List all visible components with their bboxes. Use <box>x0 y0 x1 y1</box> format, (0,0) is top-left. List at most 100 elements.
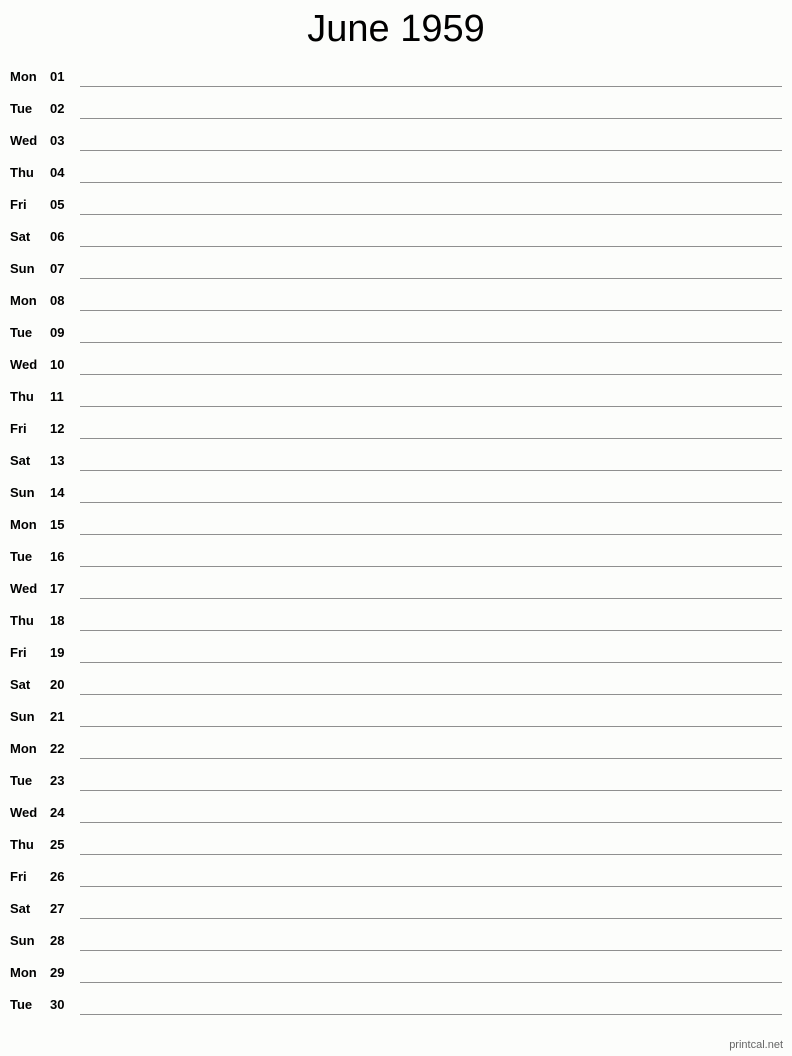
date-number: 04 <box>50 165 65 180</box>
weekday-label: Mon <box>10 965 37 980</box>
writing-line <box>80 86 782 87</box>
day-row: Sat 06 <box>0 222 792 254</box>
weekday-label: Sat <box>10 453 31 468</box>
footer-credit: printcal.net <box>729 1039 783 1051</box>
date-number: 20 <box>50 677 65 692</box>
date-number: 21 <box>50 709 65 724</box>
weekday-label: Fri <box>10 645 27 660</box>
date-number: 19 <box>50 645 65 660</box>
weekday-label: Thu <box>10 389 34 404</box>
day-row: Wed 17 <box>0 574 792 606</box>
writing-line <box>80 342 782 343</box>
day-row: Sun 28 <box>0 926 792 958</box>
day-row: Mon 29 <box>0 958 792 990</box>
day-row: Tue 02 <box>0 94 792 126</box>
day-row: Mon 08 <box>0 286 792 318</box>
weekday-label: Sun <box>10 261 35 276</box>
day-row: Wed 10 <box>0 350 792 382</box>
day-row: Thu 11 <box>0 382 792 414</box>
writing-line <box>80 950 782 951</box>
weekday-label: Mon <box>10 517 37 532</box>
day-row: Tue 30 <box>0 990 792 1022</box>
date-number: 22 <box>50 741 65 756</box>
day-row: Sun 14 <box>0 478 792 510</box>
weekday-label: Tue <box>10 997 33 1012</box>
weekday-label: Fri <box>10 869 27 884</box>
date-number: 03 <box>50 133 65 148</box>
writing-line <box>80 694 782 695</box>
day-row: Sun 21 <box>0 702 792 734</box>
weekday-label: Mon <box>10 741 37 756</box>
date-number: 05 <box>50 197 65 212</box>
writing-line <box>80 118 782 119</box>
writing-line <box>80 374 782 375</box>
page-title: June 1959 <box>307 8 485 50</box>
day-row: Sun 07 <box>0 254 792 286</box>
date-number: 01 <box>50 69 65 84</box>
date-number: 26 <box>50 869 65 884</box>
weekday-label: Sun <box>10 485 35 500</box>
weekday-label: Mon <box>10 69 37 84</box>
weekday-label: Wed <box>10 133 38 148</box>
weekday-label: Tue <box>10 773 33 788</box>
date-number: 29 <box>50 965 65 980</box>
day-row: Thu 25 <box>0 830 792 862</box>
date-number: 14 <box>50 485 65 500</box>
date-number: 16 <box>50 549 65 564</box>
date-number: 27 <box>50 901 65 916</box>
writing-line <box>80 278 782 279</box>
date-number: 06 <box>50 229 65 244</box>
writing-line <box>80 310 782 311</box>
date-number: 12 <box>50 421 65 436</box>
writing-line <box>80 886 782 887</box>
writing-line <box>80 598 782 599</box>
writing-line <box>80 918 782 919</box>
weekday-label: Mon <box>10 293 37 308</box>
day-row: Tue 23 <box>0 766 792 798</box>
weekday-label: Wed <box>10 581 38 596</box>
day-row: Sat 20 <box>0 670 792 702</box>
weekday-label: Wed <box>10 805 38 820</box>
date-number: 18 <box>50 613 65 628</box>
writing-line <box>80 502 782 503</box>
date-number: 13 <box>50 453 65 468</box>
weekday-label: Fri <box>10 197 27 212</box>
day-row: Sat 13 <box>0 446 792 478</box>
weekday-label: Thu <box>10 837 34 852</box>
writing-line <box>80 982 782 983</box>
writing-line <box>80 534 782 535</box>
date-number: 08 <box>50 293 65 308</box>
weekday-label: Sun <box>10 933 35 948</box>
weekday-label: Sat <box>10 901 31 916</box>
weekday-label: Tue <box>10 325 33 340</box>
writing-line <box>80 854 782 855</box>
writing-line <box>80 630 782 631</box>
writing-line <box>80 182 782 183</box>
date-number: 10 <box>50 357 65 372</box>
weekday-label: Sat <box>10 229 31 244</box>
writing-line <box>80 470 782 471</box>
day-row: Fri 05 <box>0 190 792 222</box>
day-row: Tue 16 <box>0 542 792 574</box>
writing-line <box>80 406 782 407</box>
weekday-label: Wed <box>10 357 38 372</box>
weekday-label: Sun <box>10 709 35 724</box>
weekday-label: Tue <box>10 549 33 564</box>
weekday-label: Fri <box>10 421 27 436</box>
writing-line <box>80 214 782 215</box>
writing-line <box>80 150 782 151</box>
day-row: Tue 09 <box>0 318 792 350</box>
date-number: 24 <box>50 805 65 820</box>
weekday-label: Tue <box>10 101 33 116</box>
day-row: Sat 27 <box>0 894 792 926</box>
day-row: Wed 03 <box>0 126 792 158</box>
writing-line <box>80 662 782 663</box>
day-row: Mon 22 <box>0 734 792 766</box>
day-list: Mon 01 Tue 02 Wed 03 Thu 04 Fri 05 Sat 06 Sun 07 Mon 08… <box>0 62 792 1022</box>
date-number: 25 <box>50 837 65 852</box>
day-row: Mon 01 <box>0 62 792 94</box>
date-number: 09 <box>50 325 65 340</box>
date-number: 15 <box>50 517 65 532</box>
day-row: Fri 19 <box>0 638 792 670</box>
day-row: Fri 26 <box>0 862 792 894</box>
